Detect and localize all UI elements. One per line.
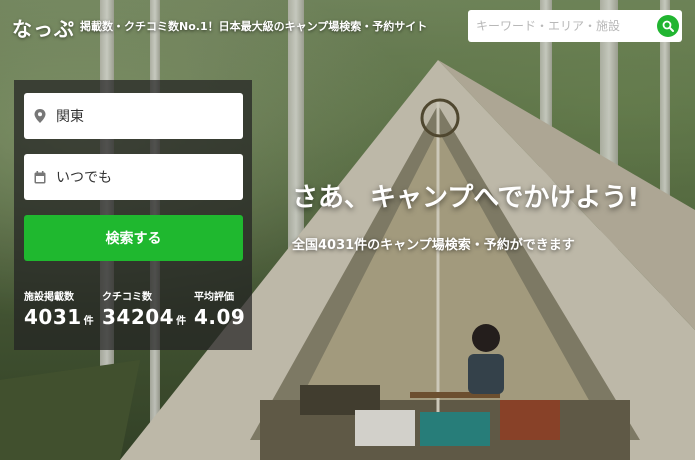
date-value: いつでも [56,170,112,186]
stat-reviews: クチコミ数 34204 件 [102,288,186,329]
location-pin-icon [24,109,56,123]
area-value: 関東 [56,109,84,125]
date-select[interactable]: いつでも [24,154,243,200]
stat-value: 4031 [24,305,82,329]
search-submit-button[interactable]: 検索する [24,215,243,261]
area-select[interactable]: 関東 [24,93,243,139]
hero-title: さあ、キャンプへでかけよう! [292,183,640,213]
hero-subtitle: 全国4031件のキャンプ場検索・予約ができます [292,238,575,253]
stat-unit: 件 [83,316,94,327]
site-stats: 施設掲載数 4031 件 クチコミ数 34204 件 平均評価 4.09 [14,288,252,348]
site-logo[interactable]: なっぷ [12,13,75,42]
stat-rating: 平均評価 4.09 [194,288,245,329]
header-search-box [468,10,682,42]
stat-label: クチコミ数 [102,292,152,303]
stat-value: 34204 [102,305,175,329]
stat-label: 平均評価 [194,292,234,303]
search-button[interactable] [657,15,679,37]
site-tagline: 掲載数・クチコミ数No.1！日本最大級のキャンプ場検索・予約サイト [80,20,428,33]
calendar-icon [24,170,56,184]
stat-label: 施設掲載数 [24,292,74,303]
stat-value: 4.09 [194,305,246,329]
search-panel: 関東 いつでも 検索する 施設掲載数 4031 件 クチコミ数 34204 件 平均… [14,80,252,350]
search-icon [662,20,674,32]
keyword-search-input[interactable] [468,10,653,42]
stat-unit: 件 [176,316,187,327]
stat-facilities: 施設掲載数 4031 件 [24,288,94,329]
